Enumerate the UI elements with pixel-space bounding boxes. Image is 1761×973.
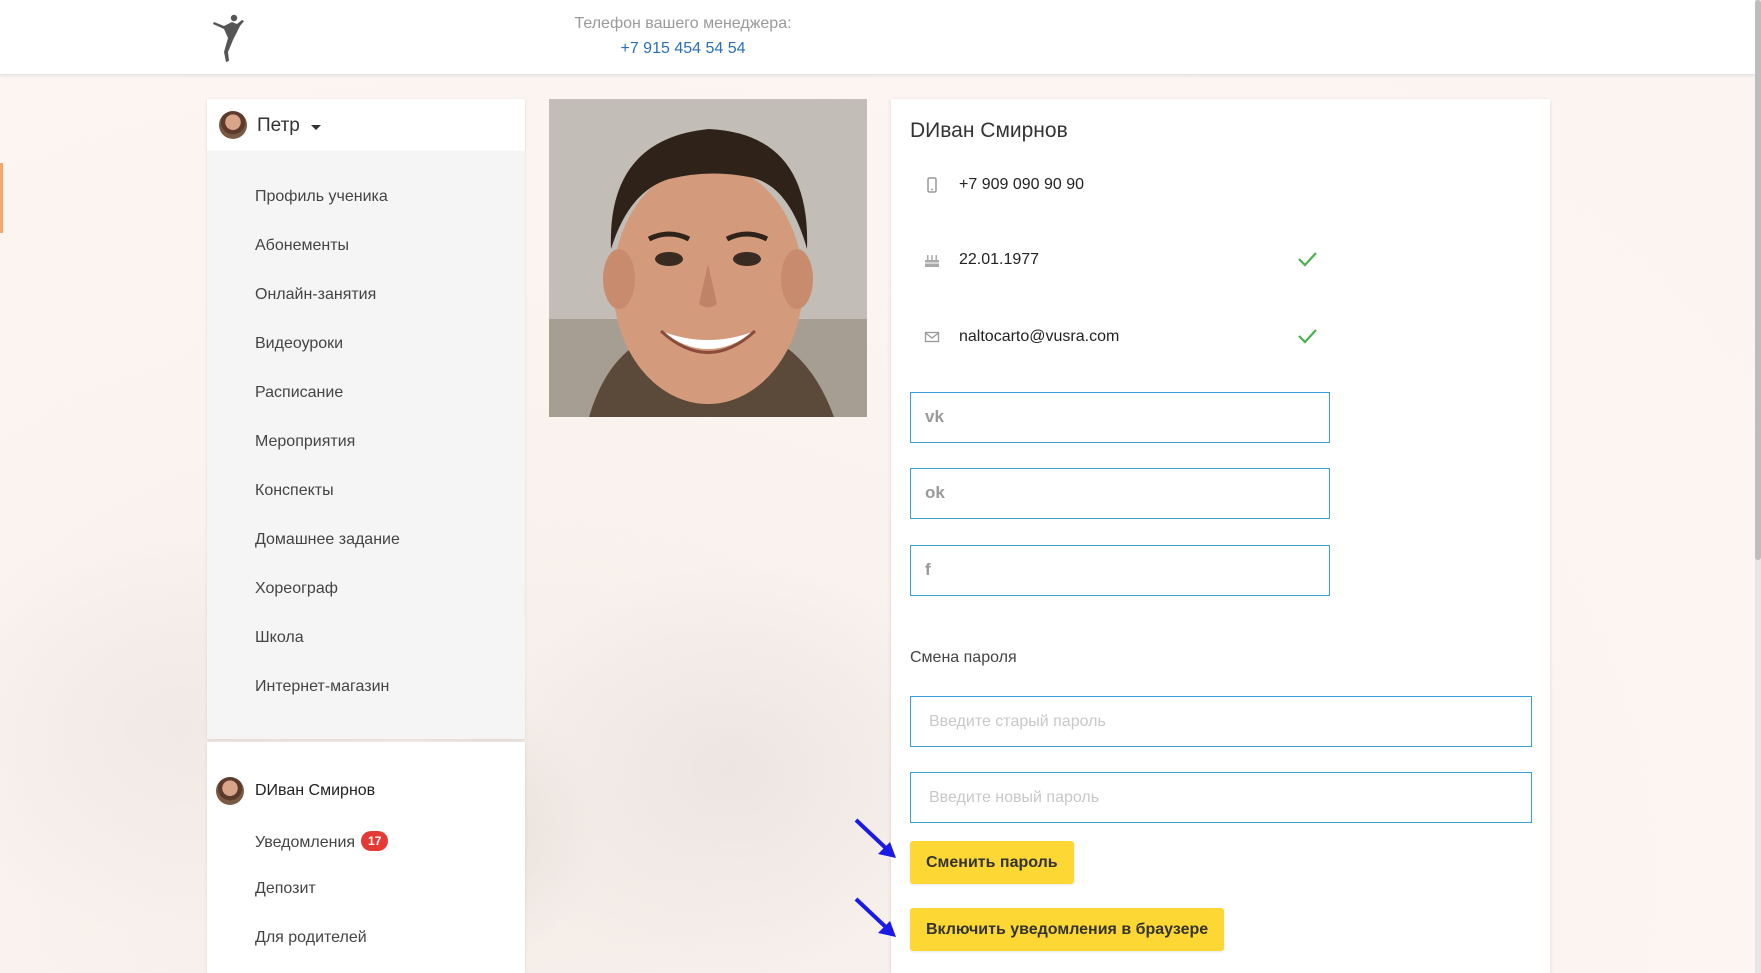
annotation-arrow-icon — [854, 897, 896, 937]
left-edge-accent — [0, 163, 3, 233]
email-value: naltocarto@vusra.com — [959, 328, 1120, 345]
old-password-input[interactable] — [910, 696, 1532, 747]
new-password-input[interactable] — [910, 772, 1532, 823]
birthday-cake-icon — [925, 255, 939, 267]
scrollbar-thumb[interactable] — [1755, 0, 1761, 560]
profile-card: DИван Смирнов +7 909 090 90 90 22.01.197… — [891, 99, 1550, 973]
phone-row: +7 909 090 90 90 — [891, 171, 1550, 201]
verified-check-icon — [1298, 329, 1317, 344]
annotation-arrow-icon — [854, 818, 896, 858]
sidebar-item-subscriptions[interactable]: Абонементы — [255, 237, 349, 255]
odnoklassniki-icon: ok — [925, 483, 945, 502]
manager-phone-label: Телефон вашего менеджера: — [574, 15, 792, 32]
avatar — [216, 777, 244, 805]
email-icon — [924, 331, 940, 343]
profile-photo[interactable] — [549, 99, 867, 417]
notifications-label: Уведомления — [255, 834, 356, 851]
account-menu: DИван Смирнов Уведомления 17 Депозит Для … — [207, 742, 525, 973]
user-name: Петр — [257, 115, 300, 136]
sidebar-item-homework[interactable]: Домашнее задание — [255, 531, 400, 549]
sidebar-menu: Профиль ученика Абонементы Онлайн-заняти… — [207, 151, 525, 739]
enable-notifications-button[interactable]: Включить уведомления в браузере — [910, 908, 1225, 951]
profile-name: DИван Смирнов — [910, 119, 1068, 142]
sidebar-item-parents[interactable]: Для родителей — [255, 929, 367, 947]
verified-check-icon — [1298, 252, 1317, 267]
caret-down-icon — [311, 125, 321, 130]
sidebar: Петр Профиль ученика Абонементы Онлайн-з… — [207, 99, 525, 973]
sidebar-item-shop[interactable]: Интернет-магазин — [255, 678, 389, 696]
profile-photo-image — [549, 99, 867, 417]
account-name[interactable]: DИван Смирнов — [255, 782, 375, 800]
sidebar-item-student-profile[interactable]: Профиль ученика — [255, 188, 388, 206]
mobile-phone-icon — [927, 177, 937, 193]
sidebar-item-video-lessons[interactable]: Видеоуроки — [255, 335, 343, 353]
avatar — [219, 111, 247, 139]
facebook-icon: f — [925, 560, 931, 579]
page-scrollbar[interactable] — [1755, 0, 1761, 973]
change-password-button[interactable]: Сменить пароль — [910, 841, 1074, 884]
notifications-count-badge: 17 — [361, 831, 389, 851]
phone-value: +7 909 090 90 90 — [959, 176, 1085, 193]
vk-link-field[interactable]: vk — [910, 392, 1330, 443]
birthdate-value: 22.01.1977 — [959, 251, 1040, 268]
manager-phone-link[interactable]: +7 915 454 54 54 — [560, 40, 806, 58]
facebook-link-field[interactable]: f — [910, 545, 1330, 596]
sidebar-item-schedule[interactable]: Расписание — [255, 384, 343, 402]
dancer-logo-icon[interactable] — [210, 12, 246, 64]
user-dropdown[interactable]: Петр — [207, 99, 525, 151]
password-section-title: Смена пароля — [910, 649, 1017, 666]
sidebar-item-school[interactable]: Школа — [255, 629, 304, 647]
sidebar-item-notifications[interactable]: Уведомления 17 — [255, 831, 389, 852]
ok-link-field[interactable]: ok — [910, 468, 1330, 519]
sidebar-item-online-classes[interactable]: Онлайн-занятия — [255, 286, 376, 304]
vk-icon: vk — [925, 407, 944, 426]
birthdate-row: 22.01.1977 — [891, 246, 1550, 276]
sidebar-item-deposit[interactable]: Депозит — [255, 880, 316, 898]
sidebar-item-choreographer[interactable]: Хореограф — [255, 580, 338, 598]
top-header: Телефон вашего менеджера: +7 915 454 54 … — [0, 0, 1761, 75]
sidebar-item-notes[interactable]: Конспекты — [255, 482, 334, 500]
email-row: naltocarto@vusra.com — [891, 323, 1550, 353]
sidebar-item-events[interactable]: Мероприятия — [255, 433, 355, 451]
